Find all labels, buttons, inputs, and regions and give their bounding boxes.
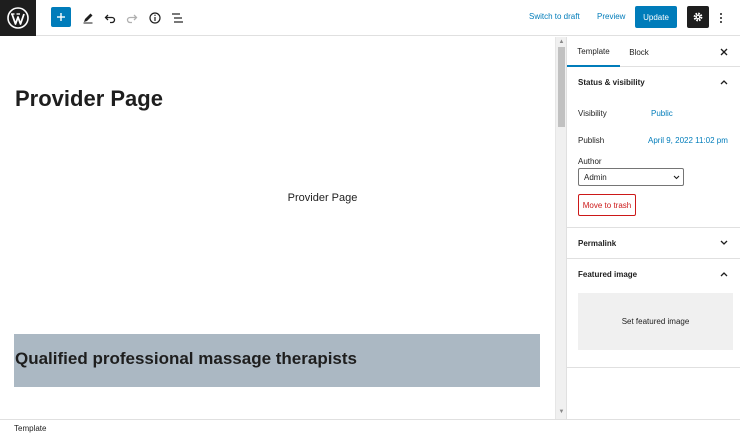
sidebar-tabs: Template Block — [567, 37, 740, 67]
info-icon[interactable] — [145, 8, 165, 28]
status-visibility-panel-toggle[interactable]: Status & visibility — [567, 67, 740, 97]
panel-title: Status & visibility — [578, 78, 645, 87]
editor-header: Switch to draft Preview Update — [0, 0, 740, 36]
featured-image-panel-toggle[interactable]: Featured image — [567, 259, 740, 289]
panel-title: Featured image — [578, 270, 638, 279]
editor-footer: Template — [0, 419, 740, 433]
wordpress-logo-icon[interactable] — [0, 0, 36, 36]
undo-icon[interactable] — [100, 8, 120, 28]
panel-title: Permalink — [578, 239, 617, 248]
tab-template[interactable]: Template — [567, 37, 620, 67]
preview-button[interactable]: Preview — [597, 12, 625, 21]
author-label: Author — [578, 157, 602, 166]
add-block-button[interactable] — [51, 7, 71, 27]
tools-pencil-icon[interactable] — [78, 8, 98, 28]
settings-gear-icon[interactable] — [687, 6, 709, 28]
cover-block[interactable]: Qualified professional massage therapist… — [14, 334, 540, 387]
chevron-up-icon — [717, 267, 731, 281]
close-icon[interactable] — [717, 45, 731, 59]
scrollbar-thumb[interactable] — [558, 47, 565, 127]
settings-sidebar: Template Block Status & visibility Visib… — [566, 37, 740, 419]
more-options-icon[interactable] — [714, 8, 728, 28]
chevron-down-icon — [717, 236, 731, 250]
canvas-scrollbar[interactable]: ▲ ▼ — [555, 37, 566, 419]
chevron-up-icon — [717, 75, 731, 89]
cover-heading[interactable]: Qualified professional massage therapist… — [15, 349, 357, 369]
switch-to-draft-button[interactable]: Switch to draft — [529, 12, 580, 21]
update-button[interactable]: Update — [635, 6, 677, 28]
permalink-panel-toggle[interactable]: Permalink — [567, 228, 740, 258]
breadcrumb[interactable]: Template — [14, 424, 46, 433]
plus-icon — [57, 13, 65, 21]
chevron-down-icon — [670, 171, 682, 183]
publish-date-toggle[interactable]: April 9, 2022 11:02 pm — [648, 136, 728, 145]
publish-label: Publish — [578, 136, 605, 145]
tab-block[interactable]: Block — [620, 37, 658, 67]
set-featured-image-button[interactable]: Set featured image — [578, 293, 733, 350]
scroll-up-arrow-icon[interactable]: ▲ — [558, 39, 565, 45]
redo-icon[interactable] — [122, 8, 142, 28]
scroll-down-arrow-icon[interactable]: ▼ — [558, 409, 565, 415]
list-view-icon[interactable] — [167, 8, 187, 28]
visibility-toggle[interactable]: Public — [651, 109, 673, 118]
editor-canvas[interactable]: Provider Page Provider Page Qualified pr… — [0, 37, 555, 419]
panel-divider — [567, 367, 740, 368]
page-title[interactable]: Provider Page — [15, 86, 163, 112]
author-value: Admin — [584, 173, 607, 182]
visibility-label: Visibility — [578, 109, 607, 118]
author-select[interactable]: Admin — [578, 168, 684, 186]
move-to-trash-button[interactable]: Move to trash — [578, 194, 636, 216]
paragraph-block[interactable]: Provider Page — [0, 192, 555, 204]
